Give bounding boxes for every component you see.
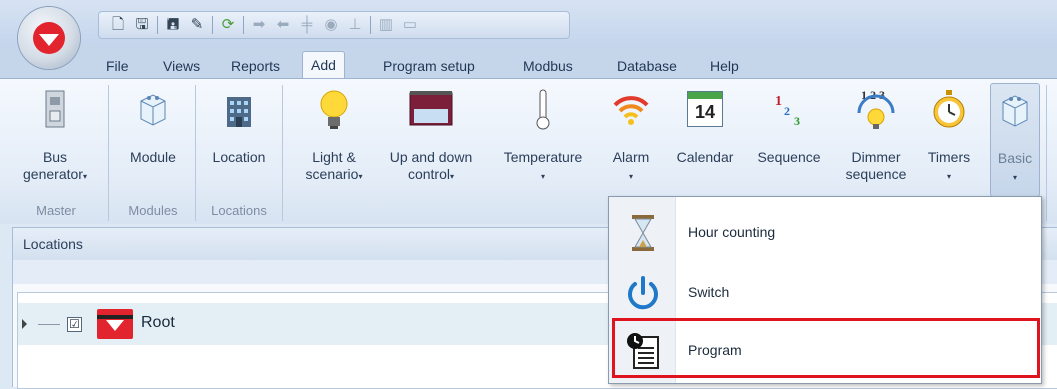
calendar-button[interactable]: 14 Calendar (666, 83, 744, 195)
alarm-button[interactable]: Alarm ▾ (600, 83, 662, 195)
tab-help[interactable]: Help (702, 55, 747, 77)
power-icon (623, 273, 663, 313)
save-all-icon[interactable]: 🖪 (164, 16, 182, 34)
root-checkbox[interactable]: ☑ (67, 317, 82, 332)
root-location-icon (97, 309, 133, 339)
edit-icon[interactable]: ✎ (188, 16, 206, 34)
window-blind-icon (409, 91, 453, 126)
svg-text:2: 2 (784, 104, 790, 118)
refresh-icon[interactable]: ⟳ (219, 16, 237, 34)
thermometer-icon (536, 89, 550, 130)
basic-button[interactable]: Basic ▾ (990, 83, 1040, 197)
dimmer-sequence-button[interactable]: 1 2 3 Dimmer sequence (836, 83, 916, 195)
location-button[interactable]: Location (200, 83, 278, 195)
up-down-control-button[interactable]: Up and down control▾ (375, 83, 487, 195)
basic-module-icon (1002, 95, 1028, 127)
tree-item-label[interactable]: Root (141, 314, 175, 332)
tree-connector (38, 324, 60, 325)
svg-text:1: 1 (775, 94, 782, 109)
timers-button[interactable]: Timers ▾ (920, 83, 978, 195)
group-label-modules: Modules (128, 203, 178, 218)
network-icon[interactable]: ╪ (298, 16, 316, 34)
group-label-master: Master (36, 203, 76, 218)
light-scenario-button[interactable]: Light & scenario▾ (295, 83, 373, 195)
tab-program-setup[interactable]: Program setup (375, 55, 483, 77)
svg-text:3: 3 (794, 114, 800, 128)
tab-add[interactable]: Add (302, 51, 345, 79)
ribbon-tab-strip: File Views Reports Add Program setup Mod… (0, 46, 1057, 79)
layout-icon[interactable]: ▥ (377, 16, 395, 34)
bus-generator-button[interactable]: Bus generator▾ (6, 83, 104, 195)
group-label-locations: Locations (211, 203, 267, 218)
save-icon[interactable]: 🖫 (133, 16, 151, 34)
tree-icon[interactable]: ⊥ (346, 16, 364, 34)
locations-panel-title: Locations (23, 236, 83, 252)
menu-item-switch[interactable]: Switch (609, 263, 1041, 323)
tab-database[interactable]: Database (609, 55, 685, 77)
alarm-signal-icon (613, 96, 649, 125)
calendar-icon: 14 (687, 91, 723, 127)
tab-views[interactable]: Views (155, 55, 208, 77)
dimmer-sequence-icon: 1 2 3 (857, 88, 895, 129)
sequence-numbers-icon: 123 (775, 94, 800, 128)
building-icon (227, 97, 251, 127)
temperature-button[interactable]: Temperature ▾ (490, 83, 596, 195)
tab-modbus[interactable]: Modbus (515, 55, 581, 77)
new-icon[interactable]: 🗋 (109, 16, 127, 34)
send-icon[interactable]: ➡ (250, 16, 268, 34)
program-highlight-box (612, 318, 1040, 378)
light-bulb-icon (320, 90, 348, 129)
bus-generator-icon (45, 90, 65, 128)
stopwatch-icon (933, 90, 965, 128)
app-menu-button[interactable] (18, 7, 80, 69)
tab-file[interactable]: File (98, 55, 137, 77)
wireless-icon[interactable]: ◉ (322, 16, 340, 34)
expand-caret-icon[interactable] (22, 319, 27, 329)
tab-reports[interactable]: Reports (223, 55, 288, 77)
menu-item-hour-counting[interactable]: Hour counting (609, 203, 1041, 263)
module-button[interactable]: Module (116, 83, 190, 195)
monitor-icon[interactable]: ▭ (401, 16, 419, 34)
module-icon (140, 94, 166, 126)
sequence-button[interactable]: 123 Sequence (748, 83, 830, 195)
quick-access-toolbar: 🗋 🖫 🖪 ✎ ⟳ ➡ ⬅ ╪ ◉ ⊥ ▥ ▭ (98, 11, 570, 39)
receive-icon[interactable]: ⬅ (274, 16, 292, 34)
hourglass-icon (623, 213, 663, 253)
